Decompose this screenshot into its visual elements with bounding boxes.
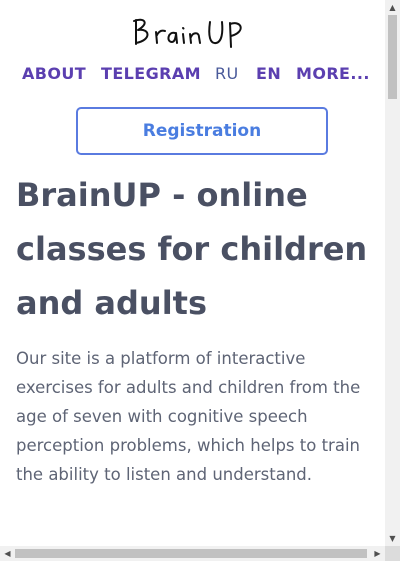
brainup-logo[interactable] — [130, 14, 248, 50]
vertical-scrollbar[interactable]: ▲ ▼ — [385, 0, 400, 546]
nav-item-telegram[interactable]: TELEGRAM — [101, 63, 201, 85]
horizontal-scrollbar-thumb[interactable] — [15, 549, 367, 558]
vertical-scrollbar-thumb[interactable] — [388, 15, 397, 99]
page-description: Our site is a platform of interactive ex… — [16, 349, 361, 484]
main-navigation: ABOUT TELEGRAM RU EN MORE... — [0, 63, 385, 87]
triangle-down-icon[interactable]: ▼ — [385, 531, 400, 546]
logo-handwritten-mark — [133, 18, 242, 48]
nav-item-about[interactable]: ABOUT — [22, 63, 86, 85]
triangle-up-icon[interactable]: ▲ — [385, 0, 400, 15]
triangle-left-icon[interactable]: ◀ — [0, 546, 15, 561]
page-title: BrainUP - online classes for children an… — [16, 176, 368, 322]
nav-item-more[interactable]: MORE... — [296, 63, 370, 85]
triangle-right-icon[interactable]: ▶ — [370, 546, 385, 561]
horizontal-scrollbar[interactable]: ◀ ▶ — [0, 546, 385, 561]
nav-item-en[interactable]: EN — [256, 63, 281, 85]
registration-button[interactable]: Registration — [76, 107, 328, 155]
scrollbar-corner — [385, 546, 400, 561]
nav-item-ru[interactable]: RU — [215, 63, 239, 85]
page-viewport: ABOUT TELEGRAM RU EN MORE... Registratio… — [0, 0, 385, 546]
